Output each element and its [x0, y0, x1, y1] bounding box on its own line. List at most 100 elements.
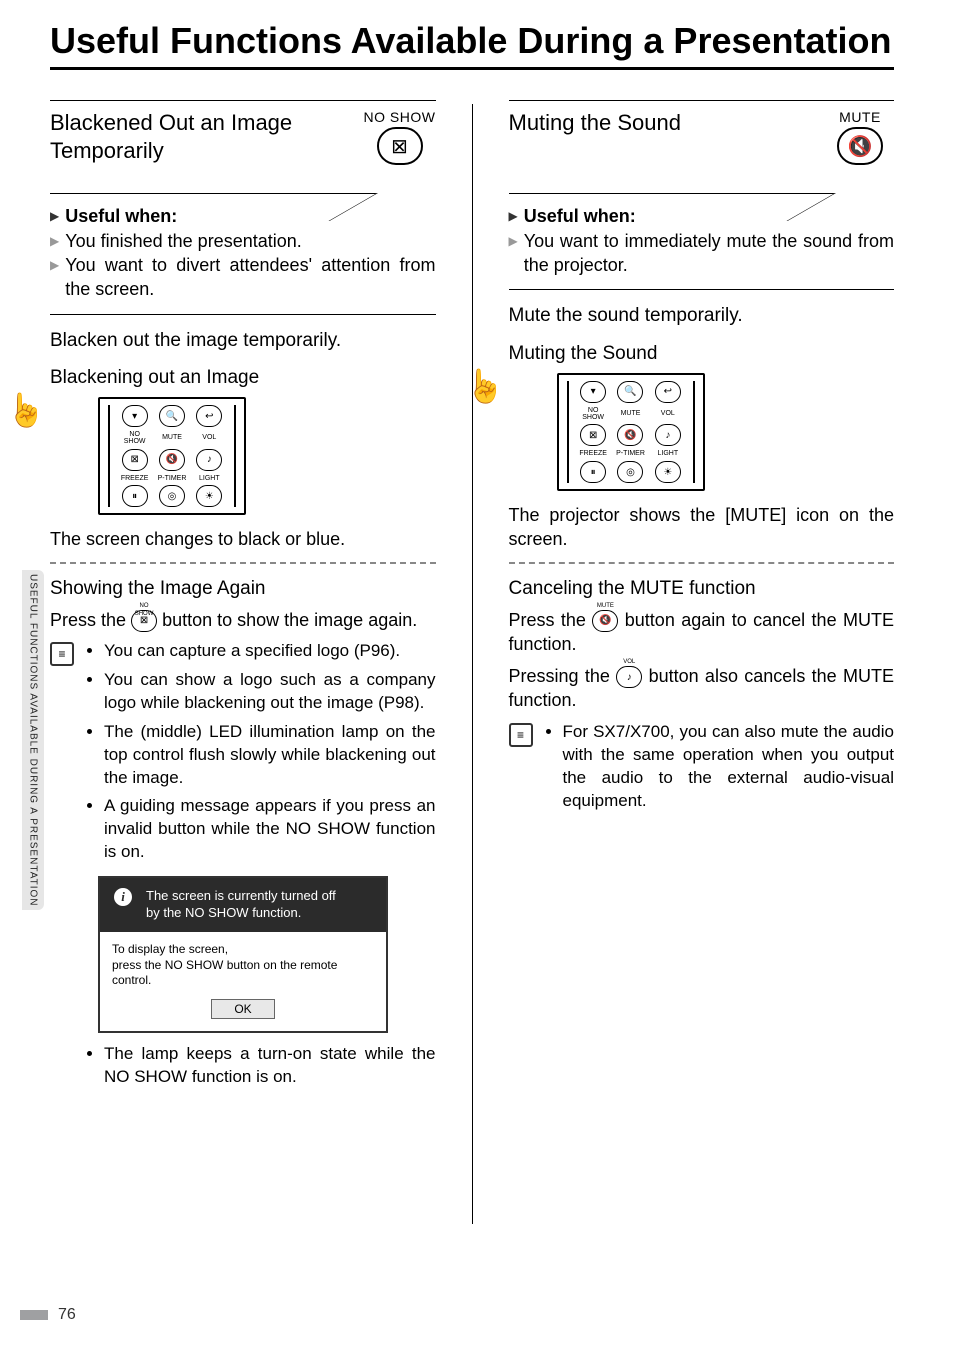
triangle-icon: ▶	[50, 229, 59, 253]
triangle-icon: ▶	[509, 229, 518, 253]
remote-label: MUTE	[155, 434, 189, 441]
section-title: Blackened Out an Image Temporarily	[50, 109, 356, 164]
dashed-separator	[50, 562, 436, 564]
remote-label: VOL	[651, 410, 685, 417]
dialog-info-line: by the NO SHOW function.	[146, 905, 301, 920]
info-icon: i	[114, 888, 132, 906]
page-title: Useful Functions Available During a Pres…	[50, 20, 894, 61]
useful-when-heading: Useful when:	[65, 204, 435, 228]
remote-btn: 🔍	[159, 405, 185, 427]
instruction-text: Blacken out the image temporarily.	[50, 329, 436, 354]
remote-btn: ▾	[122, 405, 148, 427]
dialog-info-line: The screen is currently turned off	[146, 888, 336, 903]
noshow-label: NO SHOW	[364, 109, 436, 125]
dialog-body-line: To display the screen,	[112, 942, 228, 956]
note-item: You can capture a specified logo (P96).	[104, 640, 436, 663]
result-text: The projector shows the [MUTE] icon on t…	[509, 503, 895, 552]
mute-button-icon: MUTE🔇	[592, 610, 618, 632]
text-fragment: Pressing the	[509, 666, 617, 686]
ok-button[interactable]: OK	[211, 999, 274, 1019]
dialog-header: i The screen is currently turned off by …	[100, 878, 386, 932]
hand-icon: ☝	[465, 367, 505, 405]
useful-when-block: ▶Useful when: ▶You finished the presenta…	[50, 193, 436, 314]
section-header-mute: Muting the Sound MUTE 🔇	[509, 100, 895, 165]
right-column: Muting the Sound MUTE 🔇 ▶Useful when: ▶Y…	[509, 100, 895, 1224]
remote-label: VOL	[192, 434, 226, 441]
remote-label: LIGHT	[651, 450, 685, 457]
remote-btn: ↩	[196, 405, 222, 427]
section-icon-block: MUTE 🔇	[826, 109, 894, 165]
triangle-icon: ▶	[50, 253, 59, 277]
dialog-body: To display the screen, press the NO SHOW…	[100, 932, 386, 999]
triangle-icon: ▶	[50, 204, 59, 228]
remote-btn: ⏸	[122, 485, 148, 507]
subsection-heading: Showing the Image Again	[50, 578, 436, 600]
remote-control-diagram: ▾ 🔍 ↩ NO SHOW MUTE VOL ⊠ 🔇 ♪	[98, 397, 246, 515]
useful-when-item: You want to divert attendees' attention …	[65, 253, 435, 302]
note-icon: ≡	[50, 642, 74, 666]
remote-btn: ♪	[655, 424, 681, 446]
remote-btn: ◎	[617, 461, 643, 483]
result-text: The screen changes to black or blue.	[50, 527, 436, 551]
remote-btn: ⊠	[580, 424, 606, 446]
instruction-text: Mute the sound temporarily.	[509, 304, 895, 329]
subsection-body: Press the MUTE🔇 button again to cancel t…	[509, 608, 895, 657]
inline-btn-label: NO SHOW	[132, 602, 156, 618]
column-divider	[472, 104, 473, 1224]
procedure-heading: Blackening out an Image	[50, 367, 436, 389]
remote-btn: ☀	[196, 485, 222, 507]
remote-control-diagram: ▾ 🔍 ↩ NO SHOW MUTE VOL ⊠ 🔇 ♪	[557, 373, 705, 491]
useful-when-item: You finished the presentation.	[65, 229, 435, 253]
left-column: Blackened Out an Image Temporarily NO SH…	[50, 100, 436, 1224]
note-list: You can capture a specified logo (P96). …	[86, 640, 436, 870]
dialog-body-line: press the NO SHOW button on the remote c…	[112, 958, 337, 988]
triangle-icon: ▶	[509, 204, 518, 228]
subsection-heading: Canceling the MUTE function	[509, 578, 895, 600]
remote-btn: ▾	[580, 381, 606, 403]
hand-icon: ☝	[6, 391, 46, 429]
remote-btn: ◎	[159, 485, 185, 507]
note-item: For SX7/X700, you can also mute the audi…	[563, 721, 895, 813]
noshow-icon: ⊠	[377, 127, 423, 165]
useful-when-heading: Useful when:	[524, 204, 894, 228]
note-item: The lamp keeps a turn-on state while the…	[104, 1043, 436, 1089]
noshow-button-icon: NO SHOW⊠	[131, 610, 157, 632]
remote-label: MUTE	[613, 410, 647, 417]
remote-btn: ☀	[655, 461, 681, 483]
inline-btn-label: VOL	[617, 658, 641, 666]
remote-label: NO SHOW	[576, 407, 610, 421]
remote-btn: ⏸	[580, 461, 606, 483]
note-item: You can show a logo such as a company lo…	[104, 669, 436, 715]
title-rule	[50, 67, 894, 70]
remote-label: FREEZE	[576, 450, 610, 457]
guiding-message-dialog: i The screen is currently turned off by …	[98, 876, 388, 1033]
note-block: ≡ You can capture a specified logo (P96)…	[50, 640, 436, 870]
note-icon: ≡	[509, 723, 533, 747]
remote-btn: ♪	[196, 449, 222, 471]
section-header-noshow: Blackened Out an Image Temporarily NO SH…	[50, 100, 436, 165]
note-list: For SX7/X700, you can also mute the audi…	[545, 721, 895, 819]
dashed-separator	[509, 562, 895, 564]
useful-when-item: You want to immediately mute the sound f…	[524, 229, 894, 278]
remote-btn: 🔇	[617, 424, 643, 446]
remote-label: FREEZE	[118, 475, 152, 482]
note-block: ≡ For SX7/X700, you can also mute the au…	[509, 721, 895, 819]
remote-btn: ⊠	[122, 449, 148, 471]
text-fragment: button to show the image again.	[162, 610, 417, 630]
section-icon-block: NO SHOW ⊠	[364, 109, 436, 165]
mute-label: MUTE	[826, 109, 894, 125]
mute-icon: 🔇	[837, 127, 883, 165]
remote-btn: ↩	[655, 381, 681, 403]
section-title: Muting the Sound	[509, 109, 819, 137]
subsection-body: Pressing the VOL♪ button also cancels th…	[509, 664, 895, 713]
inline-btn-label: MUTE	[593, 602, 617, 610]
procedure-heading: Muting the Sound	[509, 343, 895, 365]
note-item: A guiding message appears if you press a…	[104, 795, 436, 864]
remote-label: P-TIMER	[155, 475, 189, 482]
remote-label: NO SHOW	[118, 431, 152, 445]
remote-btn: 🔇	[159, 449, 185, 471]
useful-when-block: ▶Useful when: ▶You want to immediately m…	[509, 193, 895, 290]
note-item: The (middle) LED illumination lamp on th…	[104, 721, 436, 790]
remote-label: LIGHT	[192, 475, 226, 482]
remote-btn: 🔍	[617, 381, 643, 403]
